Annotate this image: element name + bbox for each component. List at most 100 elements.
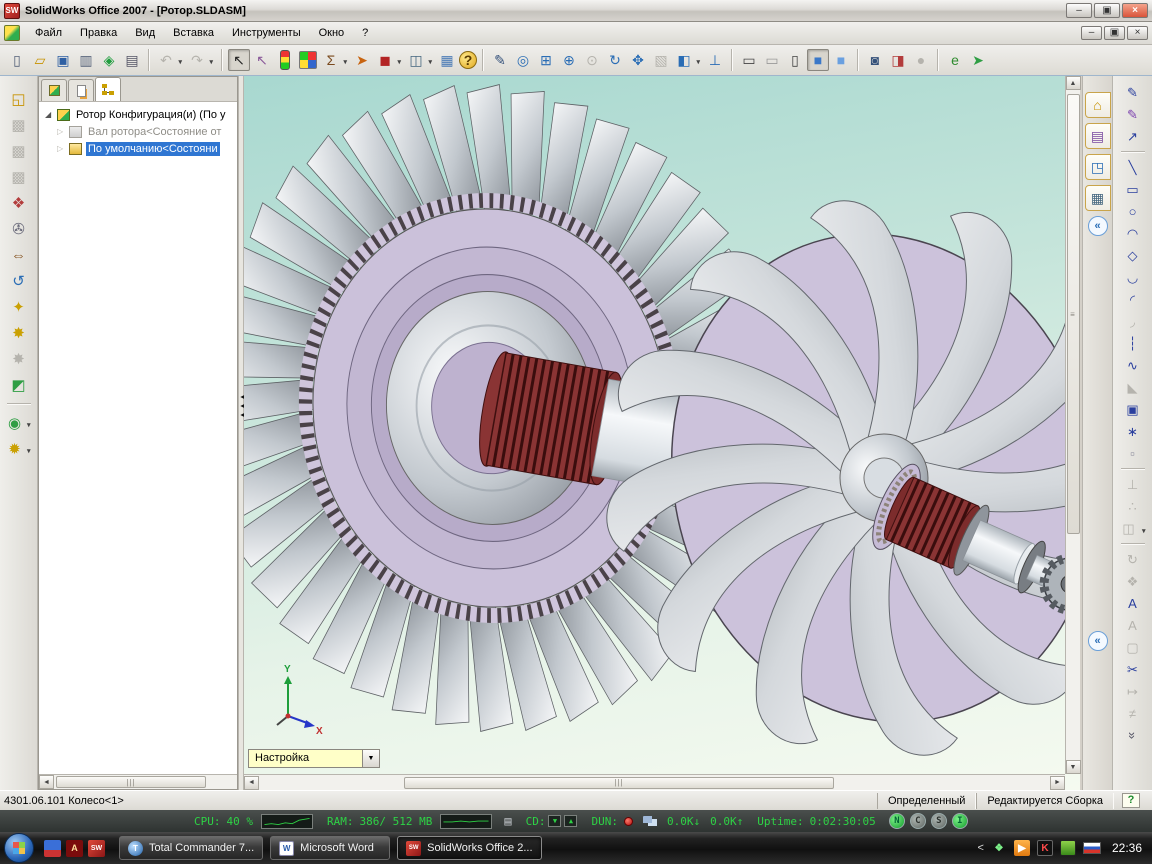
interference-detection-icon[interactable]: ◩ bbox=[8, 374, 30, 396]
line-icon[interactable]: ╲ bbox=[1121, 157, 1145, 178]
scroll-up-arrow[interactable]: ▲ bbox=[1066, 76, 1081, 90]
configuration-combo[interactable]: Настройка ▼ bbox=[248, 749, 380, 768]
monitor-toggle-n[interactable]: N bbox=[889, 813, 905, 829]
centerline-icon[interactable]: ┆ bbox=[1121, 333, 1145, 354]
trim-entities-icon[interactable]: ✂ bbox=[1121, 659, 1145, 680]
cd-close-icon[interactable]: ▲ bbox=[564, 815, 577, 827]
rotate-component-icon[interactable]: ↺ bbox=[8, 270, 30, 292]
tree-item-rotor-configurations[interactable]: ◢Ротор Конфигурация(и) (По у bbox=[39, 106, 237, 123]
normal-to-icon[interactable]: ⊥ bbox=[704, 49, 726, 71]
child-restore-button[interactable]: ▣ bbox=[1104, 26, 1125, 40]
spline-icon[interactable]: ∿ bbox=[1121, 355, 1145, 376]
tree-item-po-umolchaniyu[interactable]: ▷По умолчанию<Состояни bbox=[39, 140, 237, 157]
graphics-viewport[interactable]: Y X Настройка ▼ ▲ ≡ ▼ ◄ ||| ► bbox=[244, 76, 1080, 790]
menu-правка[interactable]: Правка bbox=[71, 24, 126, 42]
tray-play-icon[interactable]: ▶ bbox=[1014, 840, 1030, 856]
tray-chevron-icon[interactable]: < bbox=[978, 842, 984, 854]
help-icon[interactable]: ? bbox=[459, 51, 477, 69]
language-flag-icon[interactable] bbox=[1083, 842, 1101, 854]
solidworks-office-addins-icon[interactable]: ◼▾ bbox=[374, 49, 396, 71]
monitor-toggle-i[interactable]: I bbox=[952, 813, 968, 829]
kaspersky-icon[interactable]: K bbox=[1037, 840, 1053, 856]
view-orientation-icon[interactable]: ◧▾ bbox=[673, 49, 695, 71]
more-tools-chevron-icon[interactable]: » bbox=[1121, 725, 1145, 746]
measure-icon[interactable]: Σ▾ bbox=[320, 49, 342, 71]
mate-icon[interactable]: ✇ bbox=[8, 218, 30, 240]
sketch-text-icon[interactable]: A bbox=[1121, 593, 1145, 614]
featuremanager-tab[interactable] bbox=[41, 79, 67, 101]
tree-item-val-rotora[interactable]: ▷Вал ротора<Состояние от bbox=[39, 123, 237, 140]
tree-expanded-icon[interactable]: ◢ bbox=[45, 110, 57, 119]
selection-filter-icon[interactable]: ↖ bbox=[251, 49, 273, 71]
file-explorer-icon[interactable]: ◳ bbox=[1085, 154, 1111, 180]
minimize-button[interactable]: – bbox=[1066, 3, 1092, 18]
view-palette-icon[interactable]: ▦ bbox=[1085, 185, 1111, 211]
make-assembly-icon[interactable]: ◈ bbox=[98, 49, 120, 71]
physical-dynamics-icon[interactable]: ✹▾ bbox=[4, 438, 26, 460]
viewport-horizontal-scrollbar[interactable]: ◄ ||| ► bbox=[244, 774, 1065, 790]
shadows-in-shaded-mode-icon[interactable]: ◙ bbox=[864, 49, 886, 71]
move-component-icon[interactable]: ⇔ bbox=[8, 244, 30, 266]
tree-horizontal-scrollbar[interactable]: ◄ ||| bbox=[39, 774, 237, 789]
quicklaunch-abbyy-icon[interactable]: A bbox=[66, 840, 83, 857]
make-drawing-from-assembly-icon[interactable]: ▥ bbox=[75, 49, 97, 71]
zoom-in-out-icon[interactable]: ⊕ bbox=[558, 49, 580, 71]
design-library-icon[interactable]: ▤ bbox=[1085, 123, 1111, 149]
open-document-icon[interactable]: ▱ bbox=[29, 49, 51, 71]
monitor-toggle-c[interactable]: C bbox=[910, 813, 926, 829]
circle-icon[interactable]: ○ bbox=[1121, 201, 1145, 222]
configuration-combo-value[interactable]: Настройка bbox=[248, 749, 363, 768]
simulation-icon[interactable]: ◉▾ bbox=[4, 412, 26, 434]
tangent-arc-icon[interactable]: ◡ bbox=[1121, 267, 1145, 288]
zoom-to-fit-icon[interactable]: ◎ bbox=[512, 49, 534, 71]
three-point-arc-icon[interactable]: ◜ bbox=[1121, 289, 1145, 310]
menu-вставка[interactable]: Вставка bbox=[164, 24, 223, 42]
hidden-lines-visible-icon[interactable]: ▭ bbox=[761, 49, 783, 71]
child-close-button[interactable]: × bbox=[1127, 26, 1148, 40]
solidworks-resources-icon[interactable]: ⌂ bbox=[1085, 92, 1111, 118]
viewport-vertical-scrollbar[interactable]: ▲ ≡ ▼ bbox=[1065, 76, 1080, 774]
insert-component-icon[interactable]: ◱ bbox=[8, 88, 30, 110]
sketch-3d-icon[interactable]: ✎ bbox=[1121, 104, 1145, 125]
command-manager-list-icon[interactable]: ▦ bbox=[436, 49, 458, 71]
print-icon[interactable]: ▤ bbox=[121, 49, 143, 71]
shaded-with-edges-icon[interactable]: ■ bbox=[807, 49, 829, 71]
polygon-icon[interactable]: ◇ bbox=[1121, 245, 1145, 266]
quicklaunch-disk-icon[interactable] bbox=[44, 840, 61, 857]
edit-component-icon[interactable]: ❖ bbox=[8, 192, 30, 214]
design-check-icon[interactable]: ➤ bbox=[351, 49, 373, 71]
scroll-left-arrow[interactable]: ◄ bbox=[39, 775, 54, 789]
pan-icon[interactable]: ✥ bbox=[627, 49, 649, 71]
solidworks-explorer-icon[interactable]: ➤ bbox=[967, 49, 989, 71]
probe-select-icon[interactable]: ✎ bbox=[489, 49, 511, 71]
zoom-to-area-icon[interactable]: ⊞ bbox=[535, 49, 557, 71]
combo-dropdown-arrow[interactable]: ▼ bbox=[363, 749, 380, 768]
split-window-icon[interactable]: ◫▾ bbox=[405, 49, 427, 71]
taskbar-button-microsoft-word[interactable]: WMicrosoft Word bbox=[270, 836, 390, 860]
tree-collapsed-icon[interactable]: ▷ bbox=[57, 127, 69, 136]
edrawings-publish-icon[interactable]: e bbox=[944, 49, 966, 71]
smart-dimension-icon[interactable]: ↗ bbox=[1121, 126, 1145, 147]
new-document-icon[interactable]: ▯ bbox=[6, 49, 28, 71]
collapse-pane-icon[interactable]: « bbox=[1088, 631, 1108, 651]
convert-entities-icon[interactable]: ▣ bbox=[1121, 399, 1145, 420]
configurationmanager-tab[interactable] bbox=[95, 77, 121, 101]
menu-файл[interactable]: Файл bbox=[26, 24, 71, 42]
close-button[interactable]: × bbox=[1122, 3, 1148, 18]
wireframe-icon[interactable]: ▭ bbox=[738, 49, 760, 71]
sketch-icon[interactable]: ✎ bbox=[1121, 82, 1145, 103]
rectangle-icon[interactable]: ▭ bbox=[1121, 179, 1145, 200]
monitor-toggle-s[interactable]: S bbox=[931, 813, 947, 829]
start-button[interactable] bbox=[4, 833, 34, 863]
cd-eject-icon[interactable]: ▼ bbox=[548, 815, 561, 827]
exploded-view-icon[interactable]: ✸ bbox=[8, 322, 30, 344]
collapse-pane-icon[interactable]: « bbox=[1088, 216, 1108, 236]
quicklaunch-solidworks-icon[interactable]: SW bbox=[88, 840, 105, 857]
select-icon[interactable]: ↖ bbox=[228, 49, 250, 71]
selected-contours-icon[interactable]: ▫ bbox=[1121, 443, 1145, 464]
point-icon[interactable]: ∗ bbox=[1121, 421, 1145, 442]
scroll-right-arrow[interactable]: ► bbox=[1050, 776, 1065, 790]
propertymanager-tab[interactable] bbox=[68, 79, 94, 101]
taskbar-button-total-commander[interactable]: TTotal Commander 7... bbox=[119, 836, 263, 860]
scroll-down-arrow[interactable]: ▼ bbox=[1066, 760, 1081, 774]
